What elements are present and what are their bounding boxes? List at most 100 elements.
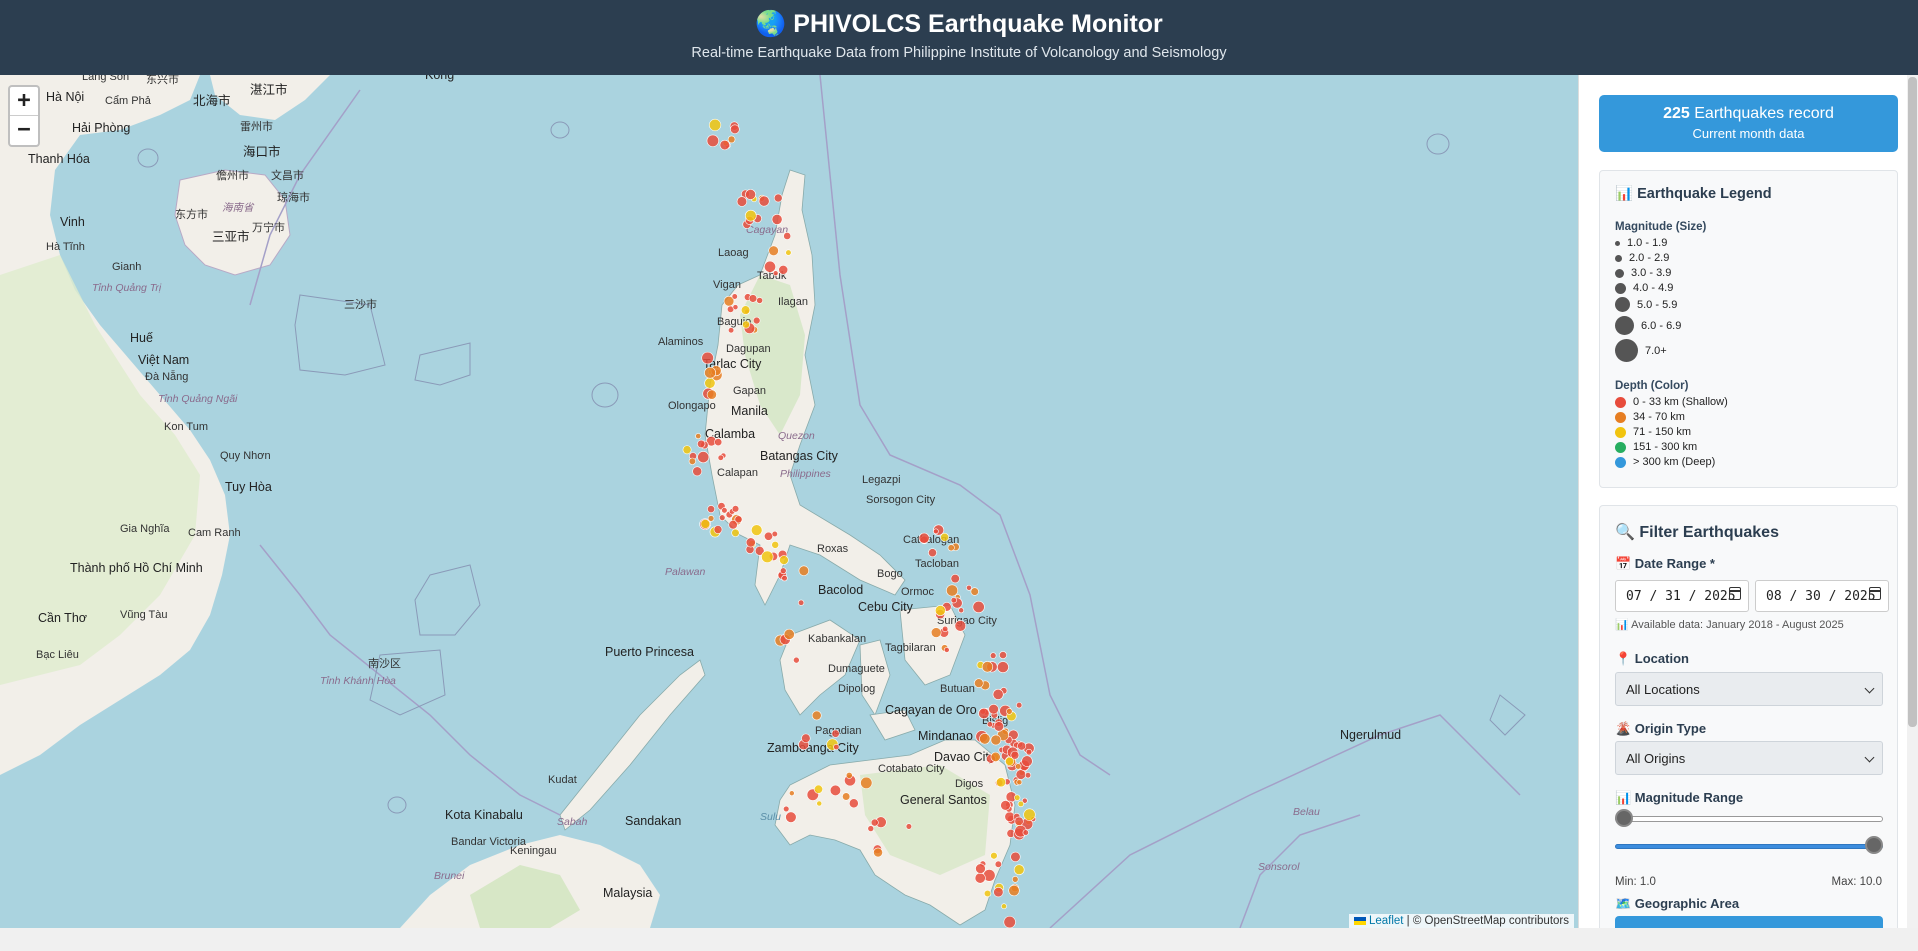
earthquake-marker[interactable] bbox=[860, 776, 873, 789]
zoom-in-button[interactable]: + bbox=[10, 87, 38, 116]
earthquake-marker[interactable] bbox=[992, 688, 1004, 700]
earthquake-marker[interactable] bbox=[1001, 903, 1007, 910]
earthquake-marker[interactable] bbox=[727, 135, 736, 144]
zoom-out-button[interactable]: − bbox=[10, 116, 38, 145]
earthquake-marker[interactable] bbox=[719, 139, 730, 151]
earthquake-marker[interactable] bbox=[999, 651, 1007, 659]
date-to-input[interactable]: 08 / 30 / 2025 bbox=[1755, 580, 1889, 612]
earthquake-marker[interactable] bbox=[788, 790, 795, 797]
earthquake-marker[interactable] bbox=[1016, 702, 1023, 709]
earthquake-marker[interactable] bbox=[918, 532, 930, 544]
earthquake-marker[interactable] bbox=[793, 656, 800, 664]
earthquake-marker[interactable] bbox=[905, 823, 913, 830]
earthquake-marker[interactable] bbox=[993, 721, 1005, 732]
earthquake-marker[interactable] bbox=[928, 548, 937, 558]
earthquake-marker[interactable] bbox=[714, 438, 723, 447]
earthquake-marker[interactable] bbox=[934, 605, 946, 616]
earthquake-marker[interactable] bbox=[950, 597, 957, 604]
earthquake-marker[interactable] bbox=[772, 270, 779, 277]
earthquake-marker[interactable] bbox=[975, 863, 986, 874]
earthquake-marker[interactable] bbox=[833, 743, 840, 751]
origin-type-select[interactable]: All Origins bbox=[1615, 741, 1883, 775]
earthquake-marker[interactable] bbox=[1023, 808, 1036, 821]
earthquake-marker[interactable] bbox=[764, 260, 776, 273]
earthquake-marker[interactable] bbox=[783, 628, 795, 640]
earthquake-marker[interactable] bbox=[831, 729, 840, 738]
earthquake-marker[interactable] bbox=[695, 433, 702, 440]
earthquake-marker[interactable] bbox=[1022, 829, 1029, 836]
earthquake-marker[interactable] bbox=[873, 847, 883, 858]
earthquake-marker[interactable] bbox=[778, 265, 789, 275]
earthquake-marker[interactable] bbox=[704, 366, 716, 379]
earthquake-marker[interactable] bbox=[1015, 769, 1027, 780]
earthquake-marker[interactable] bbox=[995, 777, 1007, 788]
earthquake-marker[interactable] bbox=[708, 118, 722, 132]
earthquake-marker[interactable] bbox=[946, 584, 959, 597]
earthquake-marker[interactable] bbox=[1017, 800, 1025, 808]
earthquake-marker[interactable] bbox=[954, 620, 967, 632]
earthquake-marker[interactable] bbox=[773, 193, 783, 203]
magnitude-max-handle[interactable] bbox=[1865, 836, 1883, 854]
earthquake-marker[interactable] bbox=[1010, 851, 1021, 863]
sidebar-scrollbar[interactable] bbox=[1907, 75, 1918, 928]
earthquake-marker[interactable] bbox=[958, 607, 965, 614]
earthquake-marker[interactable] bbox=[731, 293, 738, 300]
earthquake-marker[interactable] bbox=[707, 505, 715, 514]
earthquake-marker[interactable] bbox=[771, 540, 780, 549]
calendar-icon[interactable] bbox=[1869, 587, 1881, 600]
earthquake-marker[interactable] bbox=[719, 514, 726, 521]
earthquake-marker[interactable] bbox=[728, 520, 738, 530]
earthquake-marker[interactable] bbox=[742, 320, 751, 329]
earthquake-marker[interactable] bbox=[745, 537, 756, 548]
earthquake-marker[interactable] bbox=[974, 872, 986, 884]
earthquake-marker[interactable] bbox=[785, 249, 792, 256]
scrollbar-thumb[interactable] bbox=[1908, 77, 1917, 727]
earthquake-marker[interactable] bbox=[756, 297, 763, 304]
earthquake-marker[interactable] bbox=[706, 134, 719, 147]
earthquake-marker[interactable] bbox=[1011, 876, 1019, 883]
earthquake-map[interactable]: Lang Son 东兴市 Kong 湛江市 北海市 Hà Nội Cẩm Phả Hải Ph… bbox=[0, 75, 1578, 928]
earthquake-marker[interactable] bbox=[781, 574, 788, 582]
earthquake-marker[interactable] bbox=[811, 710, 822, 721]
earthquake-marker[interactable] bbox=[989, 652, 997, 659]
earthquake-marker[interactable] bbox=[785, 811, 797, 823]
earthquake-marker[interactable] bbox=[1015, 763, 1022, 770]
earthquake-marker[interactable] bbox=[966, 584, 972, 591]
earthquake-marker[interactable] bbox=[730, 124, 740, 135]
earthquake-marker[interactable] bbox=[981, 661, 994, 673]
earthquake-marker[interactable] bbox=[972, 600, 985, 614]
magnitude-min-handle[interactable] bbox=[1615, 809, 1633, 827]
earthquake-marker[interactable] bbox=[748, 294, 758, 303]
location-select[interactable]: All Locations bbox=[1615, 672, 1883, 706]
earthquake-marker[interactable] bbox=[779, 555, 789, 565]
earthquake-marker[interactable] bbox=[943, 647, 950, 653]
earthquake-marker[interactable] bbox=[745, 209, 757, 222]
geographic-area-button[interactable] bbox=[1615, 916, 1883, 928]
earthquake-marker[interactable] bbox=[842, 792, 851, 801]
earthquake-marker[interactable] bbox=[988, 703, 999, 715]
earthquake-marker[interactable] bbox=[1000, 800, 1011, 811]
earthquake-marker[interactable] bbox=[1013, 864, 1025, 876]
earthquake-marker[interactable] bbox=[736, 196, 748, 207]
earthquake-marker[interactable] bbox=[721, 507, 728, 514]
earthquake-marker[interactable] bbox=[783, 232, 792, 240]
earthquake-marker[interactable] bbox=[745, 189, 756, 200]
earthquake-marker[interactable] bbox=[933, 528, 939, 535]
earthquake-marker[interactable] bbox=[867, 825, 875, 832]
earthquake-marker[interactable] bbox=[829, 784, 842, 796]
earthquake-marker[interactable] bbox=[1006, 708, 1013, 715]
earthquake-marker[interactable] bbox=[990, 734, 1002, 746]
earthquake-marker[interactable] bbox=[940, 532, 950, 542]
earthquake-marker[interactable] bbox=[870, 818, 879, 827]
earthquake-marker[interactable] bbox=[1016, 779, 1023, 786]
earthquake-marker[interactable] bbox=[732, 304, 739, 311]
earthquake-marker[interactable] bbox=[750, 524, 763, 536]
earthquake-marker[interactable] bbox=[930, 627, 942, 638]
earthquake-marker[interactable] bbox=[978, 707, 990, 720]
earthquake-marker[interactable] bbox=[688, 457, 696, 465]
earthquake-marker[interactable] bbox=[706, 389, 717, 400]
earthquake-marker[interactable] bbox=[701, 351, 714, 365]
earthquake-marker[interactable] bbox=[752, 316, 761, 325]
earthquake-marker[interactable] bbox=[731, 505, 740, 513]
date-from-input[interactable]: 07 / 31 / 2025 bbox=[1615, 580, 1749, 612]
